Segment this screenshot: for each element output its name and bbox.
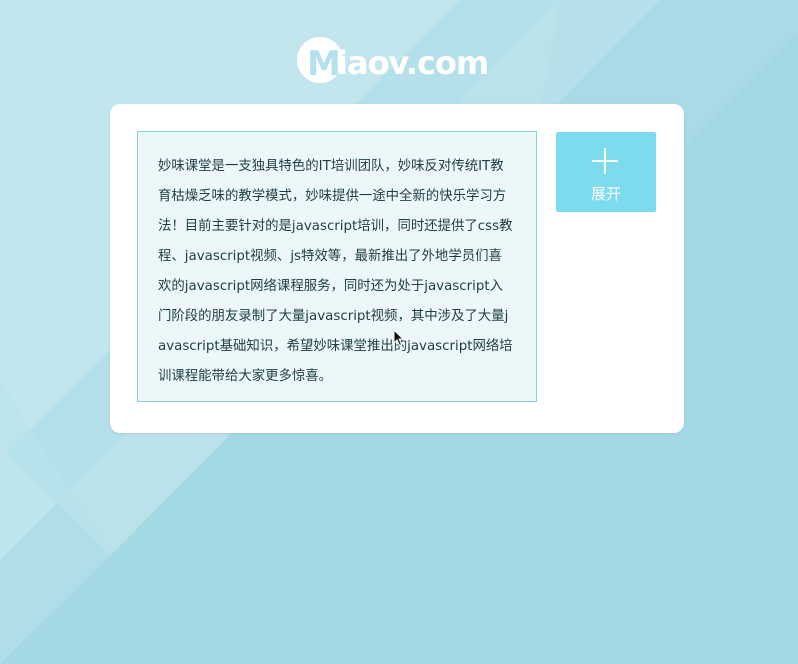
mouse-cursor-icon	[393, 329, 405, 347]
expand-button[interactable]: 展开	[556, 132, 656, 212]
expand-button-label: 展开	[590, 185, 621, 203]
logo-mark: M	[297, 37, 343, 83]
article-box: 妙味课堂是一支独具特色的IT培训团队，妙味反对传统IT教育枯燥乏味的教学模式，妙…	[137, 131, 537, 402]
plus-icon	[592, 148, 618, 174]
logo-text: iaov.com	[337, 44, 489, 82]
logo-mark-letter: M	[307, 44, 341, 84]
logo: M iaov.com	[297, 34, 489, 86]
article-text: 妙味课堂是一支独具特色的IT培训团队，妙味反对传统IT教育枯燥乏味的教学模式，妙…	[158, 159, 513, 384]
content-card: 妙味课堂是一支独具特色的IT培训团队，妙味反对传统IT教育枯燥乏味的教学模式，妙…	[110, 104, 684, 433]
